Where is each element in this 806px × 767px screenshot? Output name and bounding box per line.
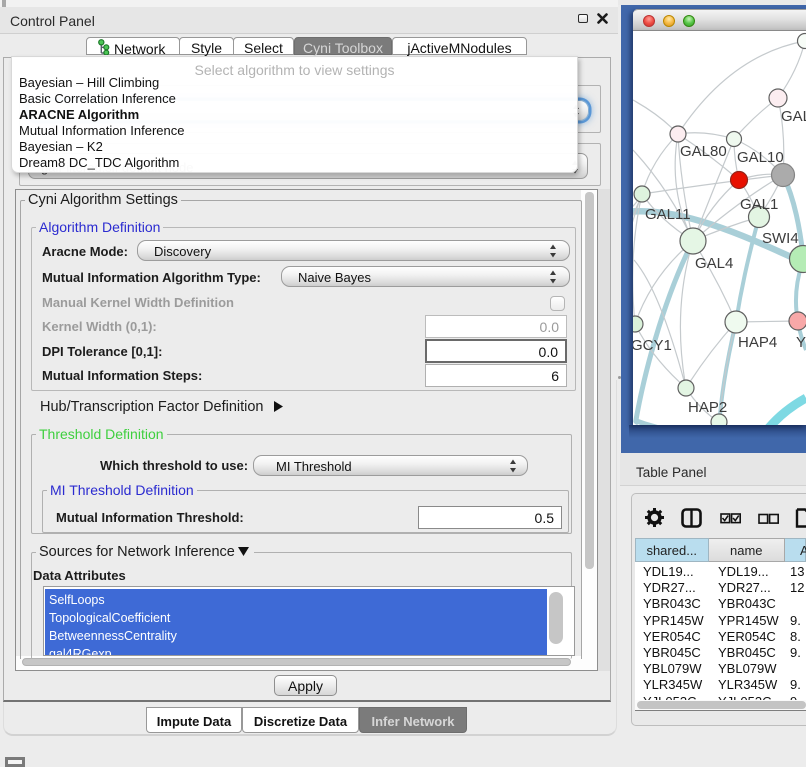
svg-text:HAP2: HAP2	[688, 399, 727, 416]
svg-text:GAL: GAL	[781, 108, 806, 125]
svg-text:GAL1: GAL1	[740, 196, 778, 213]
svg-text:HAP4: HAP4	[738, 334, 777, 351]
svg-text:GCY1: GCY1	[633, 337, 672, 354]
svg-text:GAL11: GAL11	[645, 206, 691, 223]
svg-text:Y: Y	[796, 334, 806, 351]
svg-text:GAL10: GAL10	[737, 149, 784, 166]
svg-text:GAL80: GAL80	[680, 143, 727, 160]
svg-text:GAL4: GAL4	[695, 255, 733, 272]
svg-text:SWI4: SWI4	[762, 230, 799, 247]
